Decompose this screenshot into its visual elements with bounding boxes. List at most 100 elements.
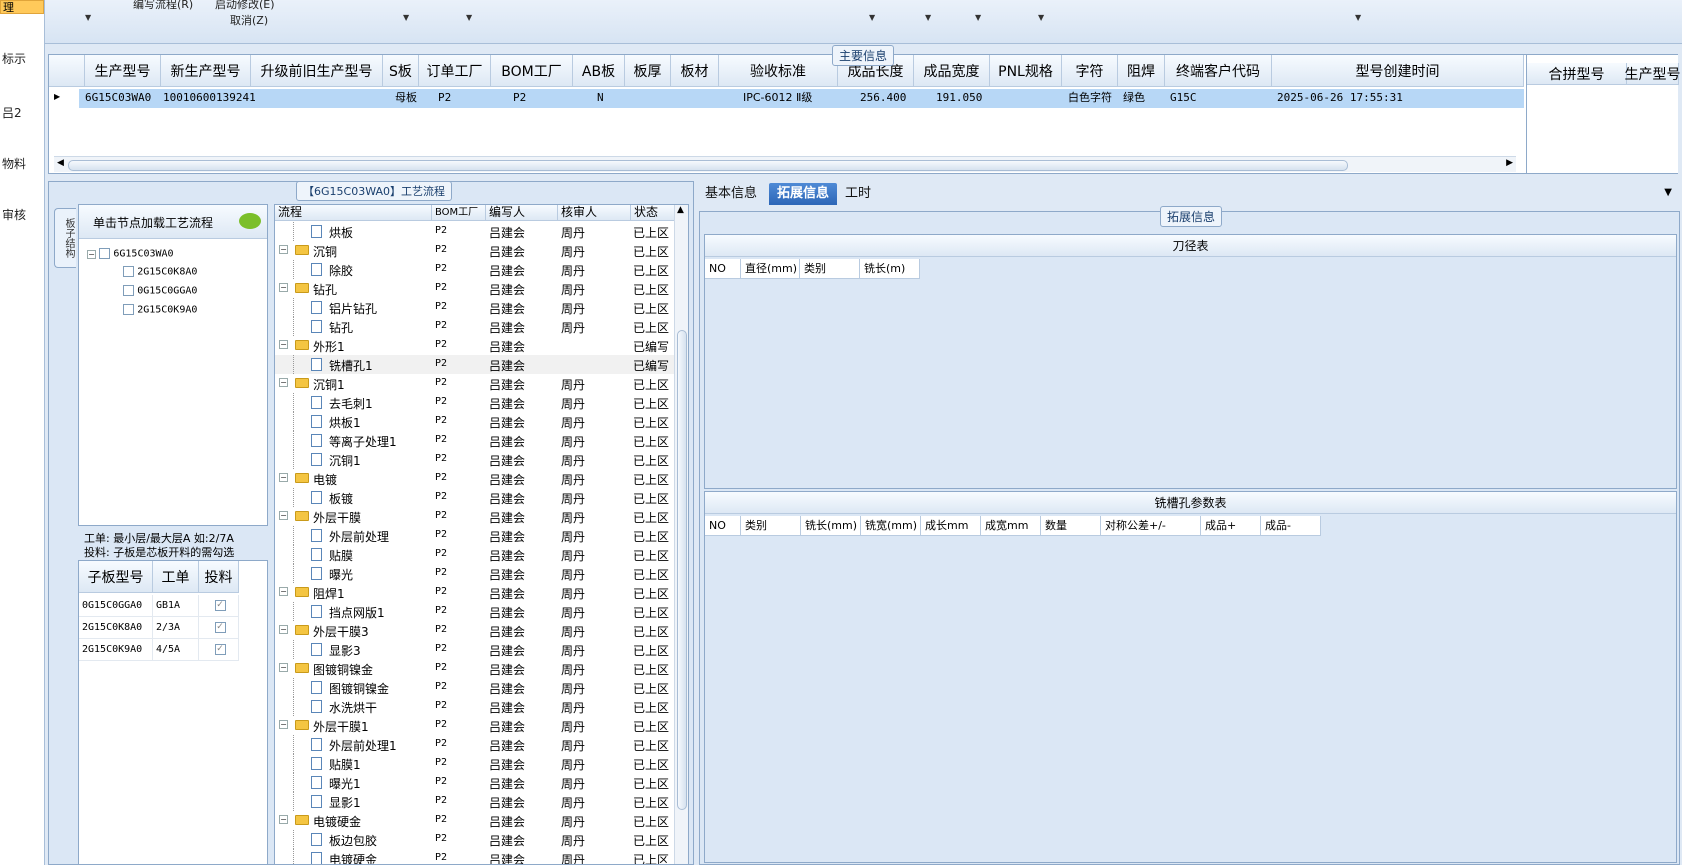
- sub-order-cell[interactable]: 2/3A: [153, 617, 199, 639]
- flow-step-row[interactable]: 外层前处理1 P2 吕建会 周丹 已上区: [275, 735, 675, 754]
- flow-step-row[interactable]: 钻孔 P2 吕建会 周丹 已上区: [275, 317, 675, 336]
- tab-extended-info[interactable]: 拓展信息: [769, 183, 838, 205]
- checkbox[interactable]: [123, 285, 134, 296]
- flow-group-row[interactable]: − 沉铜 P2 吕建会 周丹 已上区: [275, 241, 675, 260]
- tree-node[interactable]: 0G15C0GGA0: [123, 285, 197, 297]
- flow-step-row[interactable]: 烘板 P2 吕建会 周丹 已上区: [275, 222, 675, 241]
- scrollbar-thumb[interactable]: [677, 330, 687, 810]
- sub-order-cell[interactable]: GB1A: [153, 595, 199, 617]
- col-slot-quantity[interactable]: 数量: [1041, 516, 1101, 536]
- collapse-icon[interactable]: −: [279, 663, 288, 672]
- cancel-button[interactable]: 取消(Z): [230, 12, 268, 28]
- flow-group-row[interactable]: − 电镀硬金 P2 吕建会 周丹 已上区: [275, 811, 675, 830]
- flow-group-row[interactable]: − 外层干膜3 P2 吕建会 周丹 已上区: [275, 621, 675, 640]
- col-solder-mask[interactable]: 阻焊: [1118, 55, 1165, 87]
- collapse-icon[interactable]: −: [279, 245, 288, 254]
- feed-checkbox[interactable]: ✓: [199, 617, 239, 639]
- scroll-right-icon[interactable]: ▶: [1506, 158, 1513, 168]
- cell-order-factory[interactable]: P2: [436, 89, 451, 107]
- col-acceptance[interactable]: 验收标准: [719, 55, 838, 87]
- collapse-icon[interactable]: −: [279, 473, 288, 482]
- sub-order-cell[interactable]: 4/5A: [153, 639, 199, 661]
- col-merge-model[interactable]: 合拼型号: [1527, 63, 1627, 85]
- cell-created[interactable]: 2025-06-26 17:55:31: [1275, 89, 1403, 107]
- col-flow-reviewer[interactable]: 核审人: [558, 205, 631, 221]
- cell-bom-factory[interactable]: P2: [511, 89, 526, 107]
- tab-basic-info[interactable]: 基本信息: [697, 183, 765, 205]
- col-order-factory[interactable]: 订单工厂: [419, 55, 491, 87]
- collapse-icon[interactable]: −: [279, 378, 288, 387]
- flow-step-row[interactable]: 挡点网版1 P2 吕建会 周丹 已上区: [275, 602, 675, 621]
- flow-step-row[interactable]: 去毛刺1 P2 吕建会 周丹 已上区: [275, 393, 675, 412]
- flow-step-row[interactable]: 显影1 P2 吕建会 周丹 已上区: [275, 792, 675, 811]
- col-pnl[interactable]: PNL规格: [990, 55, 1062, 87]
- feed-checkbox[interactable]: ✓: [199, 639, 239, 661]
- chevron-down-icon[interactable]: ▼: [925, 13, 931, 22]
- flow-group-row[interactable]: − 外层干膜1 P2 吕建会 周丹 已上区: [275, 716, 675, 735]
- sub-model-cell[interactable]: 0G15C0GGA0: [79, 595, 153, 617]
- cell-ab-board[interactable]: N: [595, 89, 604, 107]
- flow-step-row[interactable]: 板边包胶 P2 吕建会 周丹 已上区: [275, 830, 675, 849]
- cell-character[interactable]: 白色字符: [1066, 89, 1112, 107]
- checkbox[interactable]: [123, 304, 134, 315]
- flow-step-row[interactable]: 铝片钻孔 P2 吕建会 周丹 已上区: [275, 298, 675, 317]
- tree-node[interactable]: 2G15C0K9A0: [123, 304, 197, 316]
- col-slot-final-width[interactable]: 成宽mm: [981, 516, 1041, 536]
- flow-step-row[interactable]: 水洗烘干 P2 吕建会 周丹 已上区: [275, 697, 675, 716]
- flow-step-row[interactable]: 外层前处理 P2 吕建会 周丹 已上区: [275, 526, 675, 545]
- flow-step-row[interactable]: 曝光1 P2 吕建会 周丹 已上区: [275, 773, 675, 792]
- flow-step-row[interactable]: 电镀硬金 P2 吕建会 周丹 已上区: [275, 849, 675, 864]
- col-knife-type[interactable]: 类别: [800, 259, 860, 279]
- flow-group-row[interactable]: − 钻孔 P2 吕建会 周丹 已上区: [275, 279, 675, 298]
- collapse-icon[interactable]: −: [279, 283, 288, 292]
- left-nav-active-item[interactable]: 理: [0, 0, 44, 14]
- col-flow-bom[interactable]: BOM工厂: [432, 205, 486, 221]
- flow-step-row[interactable]: 除胶 P2 吕建会 周丹 已上区: [275, 260, 675, 279]
- collapse-icon[interactable]: −: [87, 249, 96, 259]
- tree-node[interactable]: 2G15C0K8A0: [123, 266, 197, 278]
- col-ab-board[interactable]: AB板: [573, 55, 625, 87]
- flow-step-row[interactable]: 显影3 P2 吕建会 周丹 已上区: [275, 640, 675, 659]
- start-modify-button[interactable]: 启动修改(E): [215, 0, 275, 12]
- col-material[interactable]: 板材: [671, 55, 719, 87]
- board-structure-tab[interactable]: 板子结构: [54, 208, 76, 268]
- col-production-model[interactable]: 生产型号: [85, 55, 161, 87]
- col-slot-no[interactable]: NO: [705, 516, 741, 536]
- cell-new-production-model[interactable]: 10010600139241: [161, 89, 256, 107]
- checkbox[interactable]: [123, 266, 134, 277]
- collapse-icon[interactable]: −: [279, 815, 288, 824]
- tree-root[interactable]: − 6G15C03WA0: [87, 248, 174, 260]
- flow-group-row[interactable]: − 图镀铜镍金 P2 吕建会 周丹 已上区: [275, 659, 675, 678]
- col-flow[interactable]: 流程: [275, 205, 432, 221]
- col-slot-tolerance[interactable]: 对称公差+/-: [1101, 516, 1201, 536]
- col-slot-plus[interactable]: 成品+: [1201, 516, 1261, 536]
- col-thickness[interactable]: 板厚: [625, 55, 671, 87]
- col-old-model[interactable]: 升级前旧生产型号: [251, 55, 383, 87]
- col-flow-writer[interactable]: 编写人: [486, 205, 558, 221]
- flow-step-row[interactable]: 烘板1 P2 吕建会 周丹 已上区: [275, 412, 675, 431]
- cell-length[interactable]: 256.400: [858, 89, 906, 107]
- cell-acceptance[interactable]: IPC-6012 Ⅱ级: [741, 89, 812, 107]
- col-merge-production-model[interactable]: 生产型号: [1625, 63, 1681, 85]
- col-customer-code[interactable]: 终端客户代码: [1165, 55, 1272, 87]
- cell-width[interactable]: 191.050: [934, 89, 982, 107]
- col-sub-order[interactable]: 工单: [153, 561, 199, 593]
- col-created[interactable]: 型号创建时间: [1272, 55, 1524, 87]
- cell-production-model[interactable]: 6G15C03WA0: [83, 89, 151, 107]
- collapse-icon[interactable]: −: [279, 340, 288, 349]
- flow-group-row[interactable]: − 电镀 P2 吕建会 周丹 已上区: [275, 469, 675, 488]
- flow-vscrollbar[interactable]: ▲: [674, 205, 688, 864]
- numbering-process-button[interactable]: 编写流程(R): [133, 0, 193, 12]
- col-width[interactable]: 成品宽度: [914, 55, 990, 87]
- flow-step-row[interactable]: 贴膜1 P2 吕建会 周丹 已上区: [275, 754, 675, 773]
- chevron-down-icon[interactable]: ▼: [466, 13, 472, 22]
- main-info-hscrollbar[interactable]: ◀ ▶: [54, 156, 1516, 172]
- flow-group-row[interactable]: − 外层干膜 P2 吕建会 周丹 已上区: [275, 507, 675, 526]
- flow-group-row[interactable]: − 外形1 P2 吕建会 已编写: [275, 336, 675, 355]
- tab-work-hours[interactable]: 工时: [837, 183, 879, 205]
- col-bom-factory[interactable]: BOM工厂: [491, 55, 573, 87]
- flow-step-row[interactable]: 铣槽孔1 P2 吕建会 已编写: [275, 355, 675, 374]
- col-slot-mill-width[interactable]: 铣宽(mm): [861, 516, 921, 536]
- chevron-down-icon[interactable]: ▼: [1355, 13, 1361, 22]
- flow-step-row[interactable]: 图镀铜镍金 P2 吕建会 周丹 已上区: [275, 678, 675, 697]
